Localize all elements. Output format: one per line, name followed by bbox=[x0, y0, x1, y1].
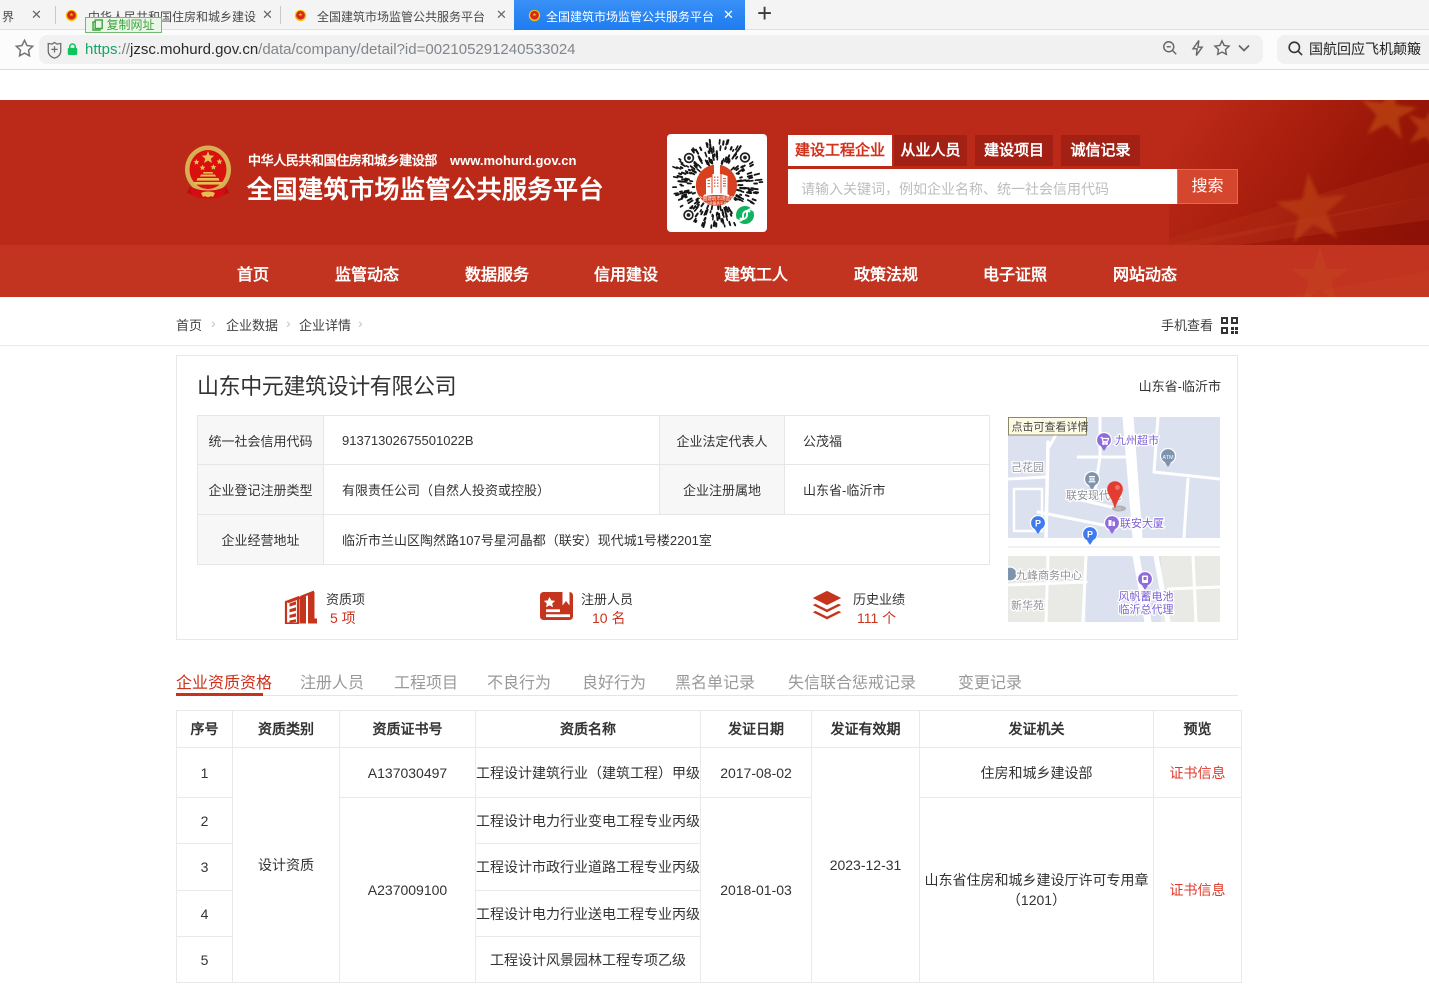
svg-text:九州超市: 九州超市 bbox=[1115, 433, 1159, 447]
svg-text:ATM: ATM bbox=[1162, 455, 1174, 461]
svg-text:公共服务平台: 公共服务平台 bbox=[706, 201, 728, 206]
svg-text:九峰商务中心: 九峰商务中心 bbox=[1016, 568, 1082, 582]
svg-text:风帆蓄电池: 风帆蓄电池 bbox=[1119, 589, 1174, 603]
svg-text:P: P bbox=[1035, 519, 1041, 529]
svg-text:点击可查看详情: 点击可查看详情 bbox=[1012, 420, 1089, 434]
svg-text:临沂总代理: 临沂总代理 bbox=[1119, 602, 1174, 616]
svg-text:新华苑: 新华苑 bbox=[1011, 598, 1044, 612]
svg-text:P: P bbox=[1087, 530, 1093, 540]
svg-text:联安大厦: 联安大厦 bbox=[1120, 516, 1164, 530]
svg-text:己花园: 己花园 bbox=[1011, 461, 1044, 474]
